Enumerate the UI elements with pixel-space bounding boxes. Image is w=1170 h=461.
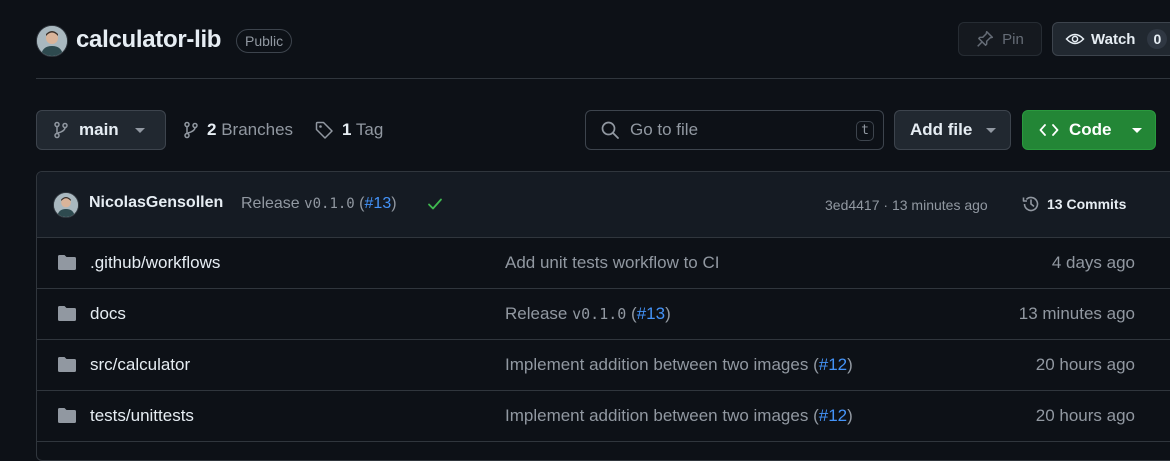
repo-name[interactable]: calculator-lib bbox=[76, 26, 221, 54]
commit-message-text: Release bbox=[241, 195, 305, 212]
commits-count-label: 13 Commits bbox=[1047, 196, 1127, 212]
file-name[interactable]: tests/unittests bbox=[90, 406, 194, 426]
add-file-label: Add file bbox=[910, 120, 973, 139]
branches-count: 2 bbox=[207, 120, 217, 139]
code-icon bbox=[1039, 122, 1059, 138]
header-divider bbox=[36, 78, 1170, 79]
row-commit-message[interactable]: Implement addition between two images (#… bbox=[505, 406, 853, 426]
git-branch-icon bbox=[183, 121, 199, 139]
latest-commit-bar: NicolasGensollen Release v0.1.0 (#13) 3e… bbox=[37, 172, 1170, 238]
folder-icon bbox=[57, 254, 77, 271]
row-message-text: Implement addition between two images bbox=[505, 355, 814, 374]
history-icon bbox=[1021, 194, 1041, 214]
file-row[interactable]: docs Release v0.1.0 (#13) 13 minutes ago bbox=[37, 288, 1170, 340]
commit-time: 13 minutes ago bbox=[891, 197, 988, 213]
repo-header: calculator-lib Public Pin Watch 0 bbox=[0, 0, 1170, 80]
commit-author-avatar[interactable] bbox=[53, 192, 79, 218]
owner-avatar[interactable] bbox=[36, 25, 68, 57]
pin-button[interactable]: Pin bbox=[958, 22, 1042, 56]
row-pr-link[interactable]: #12 bbox=[819, 406, 847, 425]
check-icon[interactable] bbox=[427, 197, 443, 211]
file-row[interactable]: tests/unittests Implement addition betwe… bbox=[37, 390, 1170, 442]
branch-name: main bbox=[79, 120, 119, 139]
search-icon bbox=[600, 120, 620, 140]
folder-icon bbox=[57, 305, 77, 322]
commit-message-version: v0.1.0 bbox=[304, 196, 355, 212]
row-age: 20 hours ago bbox=[1035, 406, 1135, 425]
tag-icon bbox=[315, 121, 334, 140]
keyboard-shortcut-hint: t bbox=[856, 121, 874, 141]
file-table: NicolasGensollen Release v0.1.0 (#13) 3e… bbox=[36, 171, 1170, 461]
row-message-text: Implement addition between two images bbox=[505, 406, 814, 425]
row-age: 13 minutes ago bbox=[1018, 304, 1135, 323]
row-message-text: Release bbox=[505, 304, 573, 323]
commit-pr-link[interactable]: #13 bbox=[365, 195, 392, 212]
search-placeholder: Go to file bbox=[630, 120, 699, 139]
row-pr-link[interactable]: #12 bbox=[819, 355, 847, 374]
code-label: Code bbox=[1069, 120, 1112, 139]
row-commit-message[interactable]: Release v0.1.0 (#13) bbox=[505, 304, 671, 324]
watch-button[interactable]: Watch 0 bbox=[1052, 22, 1170, 56]
go-to-file-search[interactable]: Go to file t bbox=[585, 110, 884, 150]
file-name[interactable]: .github/workflows bbox=[90, 253, 220, 273]
chevron-down-icon bbox=[134, 127, 145, 133]
branches-link[interactable]: 2 Branches bbox=[183, 120, 293, 140]
file-row[interactable]: src/calculator Implement addition betwee… bbox=[37, 339, 1170, 391]
row-pr-link[interactable]: #13 bbox=[637, 304, 665, 323]
eye-icon bbox=[1065, 31, 1085, 47]
commit-author[interactable]: NicolasGensollen bbox=[89, 194, 223, 212]
row-age: 20 hours ago bbox=[1035, 355, 1135, 374]
add-file-button[interactable]: Add file bbox=[894, 110, 1011, 150]
row-age: 4 days ago bbox=[1051, 253, 1135, 272]
commit-message[interactable]: Release v0.1.0 (#13) bbox=[241, 195, 397, 213]
visibility-badge: Public bbox=[236, 29, 293, 53]
file-name[interactable]: docs bbox=[90, 304, 126, 324]
commits-history-link[interactable]: 13 Commits bbox=[1021, 194, 1126, 214]
tags-label: Tag bbox=[355, 120, 384, 139]
commit-hash[interactable]: 3ed4417 bbox=[825, 197, 880, 213]
branch-selector[interactable]: main bbox=[36, 110, 166, 150]
file-row[interactable]: .github/workflows Add unit tests workflo… bbox=[37, 237, 1170, 289]
row-commit-message[interactable]: Add unit tests workflow to CI bbox=[505, 253, 719, 273]
row-commit-message[interactable]: Implement addition between two images (#… bbox=[505, 355, 853, 375]
tags-count: 1 bbox=[342, 120, 352, 139]
pin-label: Pin bbox=[1002, 30, 1024, 48]
row-message-text: Add unit tests workflow to CI bbox=[505, 253, 720, 272]
watch-count: 0 bbox=[1147, 29, 1168, 49]
folder-icon bbox=[57, 356, 77, 373]
row-message-version: v0.1.0 bbox=[572, 305, 627, 323]
code-button[interactable]: Code bbox=[1022, 110, 1156, 150]
commit-meta: 3ed4417 · 13 minutes ago bbox=[825, 197, 988, 213]
tags-link[interactable]: 1 Tag bbox=[315, 120, 383, 140]
chevron-down-icon bbox=[1131, 127, 1142, 133]
pin-icon bbox=[976, 30, 994, 48]
chevron-down-icon bbox=[986, 127, 997, 133]
watch-label: Watch bbox=[1091, 30, 1136, 48]
file-name[interactable]: src/calculator bbox=[90, 355, 190, 375]
git-branch-icon bbox=[53, 121, 69, 139]
folder-icon bbox=[57, 407, 77, 424]
branches-label: Branches bbox=[221, 120, 294, 139]
